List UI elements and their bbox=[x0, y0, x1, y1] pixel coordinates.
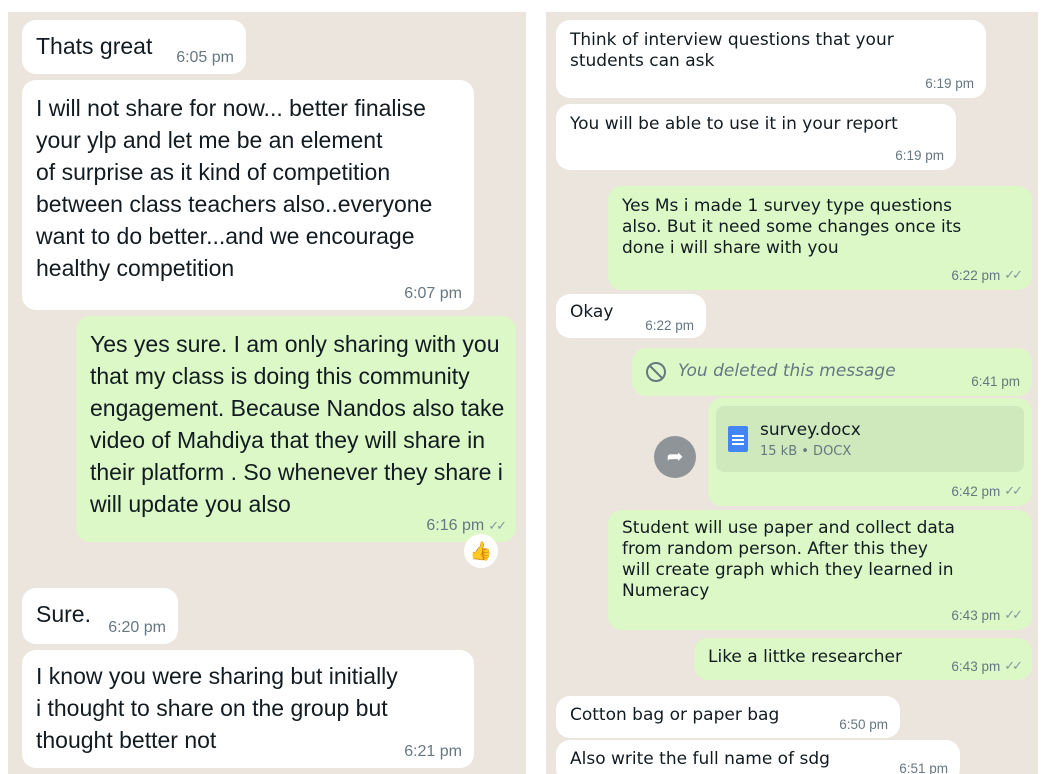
double-check-icon: ✓✓ bbox=[488, 518, 507, 533]
message-meta: 6:16 pm ✓✓ bbox=[426, 517, 507, 535]
message-deleted[interactable]: You deleted this message 6:41 pm bbox=[632, 348, 1032, 396]
message-incoming[interactable]: Also write the full name of sdg 6:51 pm bbox=[556, 740, 960, 774]
message-outgoing[interactable]: Like a littke researcher 6:43 pm ✓✓ bbox=[694, 638, 1032, 680]
message-text: I know you were sharing but initially i … bbox=[36, 663, 398, 753]
file-info: 15 kB • DOCX bbox=[760, 444, 852, 459]
message-meta: 6:51 pm bbox=[899, 761, 948, 774]
message-time: 6:41 pm bbox=[971, 374, 1020, 389]
message-time: 6:22 pm bbox=[951, 267, 1001, 283]
blocked-icon bbox=[646, 362, 666, 382]
message-meta: 6:07 pm bbox=[404, 285, 462, 303]
message-time: 6:20 pm bbox=[108, 619, 166, 636]
double-check-icon: ✓✓ bbox=[1004, 607, 1023, 622]
message-outgoing[interactable]: Student will use paper and collect data … bbox=[608, 510, 1032, 630]
message-time: 6:19 pm bbox=[925, 76, 974, 91]
message-text: Yes yes sure. I am only sharing with you… bbox=[90, 331, 505, 517]
message-text: Okay bbox=[570, 302, 614, 322]
message-time: 6:05 pm bbox=[176, 49, 234, 66]
message-file[interactable]: survey.docx 15 kB • DOCX 6:42 pm ✓✓ bbox=[708, 398, 1032, 506]
message-incoming[interactable]: Thats great 6:05 pm bbox=[22, 20, 246, 74]
message-time: 6:42 pm bbox=[951, 483, 1001, 499]
double-check-icon: ✓✓ bbox=[1004, 267, 1023, 282]
message-text: Yes Ms i made 1 survey type questions al… bbox=[622, 196, 962, 258]
message-time: 6:21 pm bbox=[404, 743, 462, 760]
double-check-icon: ✓✓ bbox=[1004, 483, 1023, 498]
forward-icon[interactable]: ➦ bbox=[654, 436, 696, 478]
message-text: Student will use paper and collect data … bbox=[622, 518, 955, 601]
message-outgoing[interactable]: Yes yes sure. I am only sharing with you… bbox=[76, 316, 516, 542]
message-incoming[interactable]: Think of interview questions that your s… bbox=[556, 20, 986, 98]
message-outgoing[interactable]: Yes Ms i made 1 survey type questions al… bbox=[608, 186, 1032, 290]
message-meta: 6:50 pm bbox=[839, 717, 888, 732]
message-time: 6:07 pm bbox=[404, 285, 462, 302]
message-incoming[interactable]: Okay 6:22 pm bbox=[556, 294, 706, 338]
message-meta: 6:43 pm ✓✓ bbox=[951, 658, 1023, 674]
message-incoming[interactable]: I know you were sharing but initially i … bbox=[22, 650, 474, 768]
message-meta: 6:19 pm bbox=[925, 76, 974, 91]
message-text: Like a littke researcher bbox=[708, 647, 902, 667]
message-text: I will not share for now... better final… bbox=[36, 95, 433, 281]
chat-panel-right: Think of interview questions that your s… bbox=[546, 12, 1038, 774]
message-meta: 6:22 pm bbox=[645, 318, 694, 333]
message-time: 6:43 pm bbox=[951, 658, 1001, 674]
deleted-message-text: You deleted this message bbox=[678, 361, 896, 381]
message-text: Cotton bag or paper bag bbox=[570, 705, 780, 725]
message-text: Also write the full name of sdg bbox=[570, 749, 830, 769]
message-incoming[interactable]: Sure. 6:20 pm bbox=[22, 588, 178, 644]
message-text: You will be able to use it in your repor… bbox=[570, 114, 898, 134]
message-meta: 6:43 pm ✓✓ bbox=[951, 607, 1023, 623]
message-time: 6:19 pm bbox=[895, 148, 944, 163]
message-text: Think of interview questions that your s… bbox=[570, 30, 894, 71]
message-meta: 6:05 pm bbox=[176, 49, 234, 67]
message-time: 6:51 pm bbox=[899, 761, 948, 774]
message-text: Sure. bbox=[36, 601, 91, 627]
message-time: 6:50 pm bbox=[839, 717, 888, 732]
double-check-icon: ✓✓ bbox=[1004, 658, 1023, 673]
message-time: 6:43 pm bbox=[951, 607, 1001, 623]
message-incoming[interactable]: You will be able to use it in your repor… bbox=[556, 104, 956, 170]
message-meta: 6:41 pm bbox=[971, 374, 1020, 389]
chat-panel-left: Thats great 6:05 pm I will not share for… bbox=[8, 12, 526, 774]
message-meta: 6:20 pm bbox=[108, 619, 166, 637]
file-attachment[interactable]: survey.docx 15 kB • DOCX bbox=[716, 406, 1024, 472]
docx-file-icon bbox=[728, 426, 748, 452]
message-incoming[interactable]: Cotton bag or paper bag 6:50 pm bbox=[556, 696, 900, 738]
message-meta: 6:22 pm ✓✓ bbox=[951, 267, 1023, 283]
message-incoming[interactable]: I will not share for now... better final… bbox=[22, 80, 474, 310]
message-text: Thats great bbox=[36, 33, 153, 59]
file-name: survey.docx bbox=[760, 420, 861, 440]
thumbs-up-icon[interactable]: 👍 bbox=[464, 534, 498, 568]
message-meta: 6:21 pm bbox=[404, 743, 462, 761]
message-meta: 6:42 pm ✓✓ bbox=[951, 483, 1023, 499]
message-time: 6:22 pm bbox=[645, 318, 694, 333]
message-meta: 6:19 pm bbox=[895, 148, 944, 163]
message-time: 6:16 pm bbox=[426, 517, 485, 534]
